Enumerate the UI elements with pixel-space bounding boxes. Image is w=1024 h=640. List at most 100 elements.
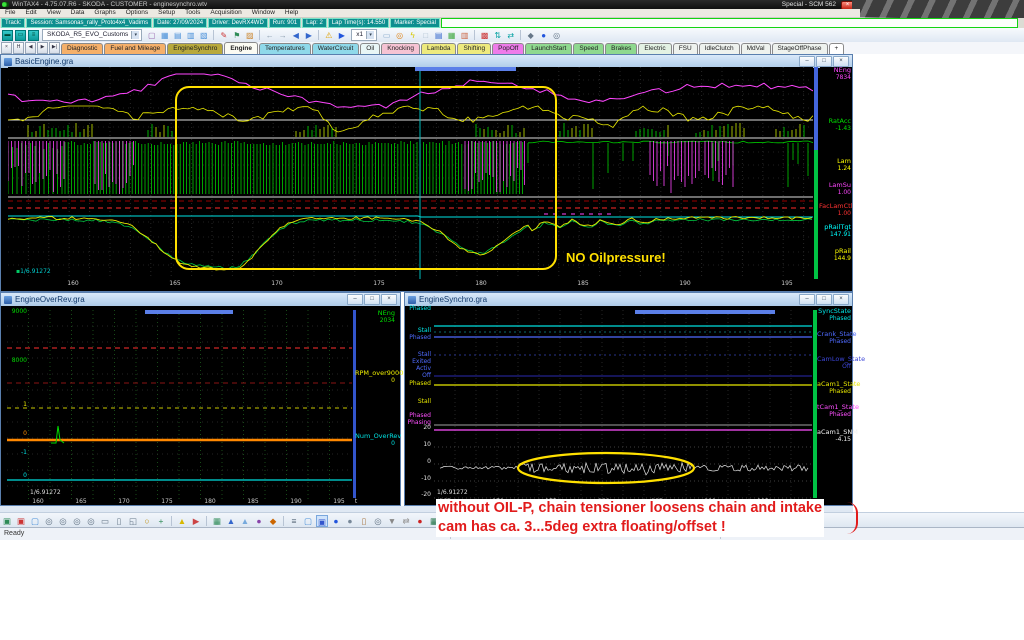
enginesynchro-plot-area[interactable] [434, 310, 812, 500]
stop-icon[interactable]: ● [414, 515, 426, 527]
menu-help[interactable]: Help [280, 9, 303, 17]
layout-grid-icon[interactable]: ▦ [159, 30, 170, 41]
new-window-icon[interactable]: ▢ [29, 515, 41, 527]
close-button[interactable]: × [833, 294, 849, 305]
tab-diagnostic[interactable]: Diagnostic [61, 43, 103, 54]
search2-icon[interactable]: ◎ [372, 515, 384, 527]
back-icon[interactable]: ← [264, 30, 275, 41]
menu-tools[interactable]: Tools [180, 9, 205, 17]
menu-edit[interactable]: Edit [20, 9, 41, 17]
clock-icon[interactable]: ◎ [551, 30, 562, 41]
close-button[interactable]: × [381, 294, 397, 305]
filter-icon[interactable]: ▼ [386, 515, 398, 527]
tab-nav-button[interactable]: H [13, 42, 24, 54]
tools-icon[interactable]: ◆ [525, 30, 536, 41]
scroll-thumb[interactable] [145, 310, 233, 314]
tile-vertical-icon[interactable]: ▥ [185, 30, 196, 41]
tab-temperatures[interactable]: Temperatures [259, 43, 311, 54]
zoom-prev-icon[interactable]: ◎ [71, 515, 83, 527]
overlay-icon[interactable]: ▦ [211, 515, 223, 527]
compare-icon[interactable]: ▲ [225, 515, 237, 527]
tab-shifting[interactable]: Shifting [457, 43, 491, 54]
info-blue-icon[interactable]: ● [330, 515, 342, 527]
tab-launchstart[interactable]: LaunchStart [525, 43, 572, 54]
alarm-icon[interactable]: ⚠ [323, 30, 334, 41]
forward-icon[interactable]: → [277, 30, 288, 41]
tab-oil[interactable]: Oil [360, 43, 380, 54]
scroll-thumb[interactable] [635, 310, 775, 314]
gps-icon[interactable]: ◆ [267, 515, 279, 527]
window2-icon[interactable]: ▢ [302, 515, 314, 527]
legend-icon[interactable]: ● [253, 515, 265, 527]
cursor-add-icon[interactable]: ▲ [176, 515, 188, 527]
save-all-icon[interactable]: ▣ [15, 515, 27, 527]
copy-icon[interactable]: ▨ [244, 30, 255, 41]
tab-popoff[interactable]: PopOff [492, 43, 524, 54]
tab-brakes[interactable]: Brakes [605, 43, 637, 54]
next-lap-icon[interactable]: ▶ [303, 30, 314, 41]
info-icon[interactable]: ● [538, 30, 549, 41]
zoom-window-icon[interactable]: ◱ [127, 515, 139, 527]
tab-engine[interactable]: Engine [224, 42, 258, 54]
setup-select[interactable]: SKODA_R5_EVO_Customs▾ [42, 29, 142, 41]
zoom-next-icon[interactable]: ◎ [85, 515, 97, 527]
channels-icon[interactable]: ▩ [479, 30, 490, 41]
lap-bar-green[interactable] [814, 150, 818, 279]
info-gray-icon[interactable]: ● [344, 515, 356, 527]
calendar-icon[interactable]: ▤ [433, 30, 444, 41]
minimize-button[interactable]: – [799, 56, 815, 67]
menu-view[interactable]: View [42, 9, 66, 17]
tab-fuel-and-mileage[interactable]: Fuel and Mileage [104, 43, 166, 54]
tab-nav-button[interactable]: ▶ [37, 42, 48, 54]
restore-button[interactable]: □ [364, 294, 380, 305]
search-icon[interactable]: ◎ [394, 30, 405, 41]
play-icon[interactable]: ▶ [336, 30, 347, 41]
graph-window-titlebar[interactable]: EngineOverRev.gra –□× [1, 293, 400, 306]
tab-enginesynchro[interactable]: EngineSynchro [167, 43, 223, 54]
zoom-reset-icon[interactable]: ○ [141, 515, 153, 527]
align-icon[interactable]: ▲ [239, 515, 251, 527]
tab-nav-button[interactable]: ▶| [49, 42, 60, 54]
scroll-thumb[interactable] [415, 67, 516, 71]
zoom-in-icon[interactable]: ◎ [43, 515, 55, 527]
prev-lap-icon[interactable]: ◀ [290, 30, 301, 41]
marker-add-icon[interactable]: ▶ [190, 515, 202, 527]
report-icon[interactable]: ▭ [381, 30, 392, 41]
window-menu-icon[interactable]: ≡ [28, 30, 39, 41]
list-icon[interactable]: ≡ [288, 515, 300, 527]
menu-file[interactable]: File [0, 9, 20, 17]
menu-window[interactable]: Window [247, 9, 280, 17]
pan-icon[interactable]: + [155, 515, 167, 527]
swap-icon[interactable]: ⇄ [505, 30, 516, 41]
zoom-y-icon[interactable]: ▯ [113, 515, 125, 527]
tab-fsu[interactable]: FSU [673, 43, 698, 54]
tab-stageoffphase[interactable]: StageOffPhase [772, 43, 828, 54]
minimize-button[interactable]: – [799, 294, 815, 305]
tab-speed[interactable]: Speed [573, 43, 604, 54]
tab-lambda[interactable]: Lambda [421, 43, 457, 54]
tile-horizontal-icon[interactable]: ▤ [172, 30, 183, 41]
restore-window-icon[interactable]: ▬ [2, 30, 13, 41]
tab-idleclutch[interactable]: IdleClutch [699, 43, 740, 54]
annotate-icon[interactable]: ✎ [218, 30, 229, 41]
menu-setup[interactable]: Setup [153, 9, 180, 17]
tab-knocking[interactable]: Knocking [381, 43, 420, 54]
zoom-out-icon[interactable]: ◎ [57, 515, 69, 527]
scale-select[interactable]: x1▾ [351, 29, 377, 41]
link-icon[interactable]: ⇄ [400, 515, 412, 527]
cascade-icon[interactable]: ▧ [198, 30, 209, 41]
tab-nav-button[interactable]: ◀ [25, 42, 36, 54]
chart-icon[interactable]: ▦ [446, 30, 457, 41]
menu-acquisition[interactable]: Acquisition [205, 9, 246, 17]
marker-flag-icon[interactable]: ⚑ [231, 30, 242, 41]
zoom-x-icon[interactable]: ▭ [99, 515, 111, 527]
tab-watercircuit[interactable]: WaterCircuit [312, 43, 360, 54]
menu-options[interactable]: Options [121, 9, 153, 17]
overrev-plot-area[interactable] [7, 310, 352, 500]
math-icon[interactable]: ▣ [316, 515, 328, 527]
graph-window-titlebar[interactable]: EngineSynchro.gra –□× [405, 293, 852, 306]
blank-page-icon[interactable]: □ [420, 30, 431, 41]
restore-button[interactable]: □ [816, 56, 832, 67]
media-icon[interactable]: ▥ [459, 30, 470, 41]
minimize-button[interactable]: – [347, 294, 363, 305]
